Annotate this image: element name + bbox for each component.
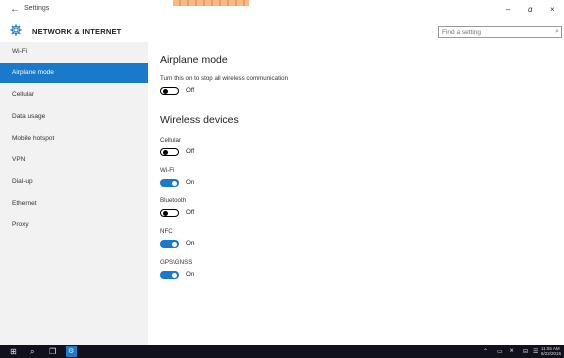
toggle-state-label: On [186,179,195,186]
title-bar: ← Settings – ɑ × [0,0,564,20]
task-view-icon[interactable]: ❐ [49,347,56,356]
wifi-setting: On [160,179,240,189]
toggle-knob [162,210,168,216]
toggle-knob [162,149,168,155]
message-icon[interactable]: ☰ [533,348,538,355]
toggle-knob [172,180,177,186]
nfc-label: NFC [160,228,173,235]
settings-taskbar-button[interactable]: ⚙ [66,346,77,357]
section-title: NETWORK & INTERNET [32,27,122,36]
search-icon[interactable]: ⌕ [555,28,559,36]
sidebar-item-label: Cellular [12,91,35,98]
cellular-setting: Off [160,148,240,158]
gps-label: GPS\GNSS [160,259,193,266]
sidebar-item-label: Proxy [12,221,29,228]
taskbar: ⊞ ⌕ ❐ ⚙ ⌃ ▭ ⩙ ⊟ ☰ 11:55 AM 6/22/2015 [0,345,564,358]
nfc-toggle[interactable] [160,240,179,248]
nfc-setting: On [160,240,240,250]
sidebar-item-wifi[interactable]: Wi-Fi [0,42,148,62]
toggle-state-label: Off [186,209,195,216]
sidebar-item-label: Mobile hotspot [12,135,55,142]
search-box[interactable]: ⌕ [438,26,562,38]
toggle-knob [172,272,177,278]
settings-icon: ⚙ [68,348,75,355]
close-button[interactable]: × [550,5,555,14]
wifi-toggle[interactable] [160,179,179,187]
bluetooth-setting: Off [160,209,240,219]
battery-icon[interactable]: ▭ [497,348,503,355]
sidebar-item-ethernet[interactable]: Ethernet [0,194,148,214]
system-clock[interactable]: 11:55 AM 6/22/2015 [541,346,561,356]
maximize-button[interactable]: ɑ [528,5,532,14]
wireless-devices-heading: Wireless devices [160,114,239,126]
cellular-toggle[interactable] [160,148,179,156]
start-icon[interactable]: ⊞ [10,347,17,356]
airplane-mode-description: Turn this on to stop all wireless commun… [160,75,289,82]
toggle-state-label: Off [186,148,195,155]
sidebar-item-data-usage[interactable]: Data usage [0,107,148,127]
wifi-label: Wi-Fi [160,167,175,174]
sidebar-item-dial-up[interactable]: Dial-up [0,172,148,192]
sidebar-item-label: Ethernet [12,200,37,207]
airplane-mode-setting: Off [160,87,240,97]
gps-toggle[interactable] [160,271,179,279]
sidebar-item-proxy[interactable]: Proxy [0,215,148,235]
toggle-knob [162,88,168,94]
cellular-label: Cellular [160,137,181,144]
sidebar-item-label: Data usage [12,113,46,120]
sidebar-item-cellular[interactable]: Cellular [0,85,148,105]
main-content: Airplane mode Turn this on to stop all w… [148,42,564,345]
sidebar-item-label: Dial-up [12,178,33,185]
back-arrow-icon[interactable]: ← [10,4,20,15]
toggle-state-label: On [186,240,195,247]
airplane-mode-toggle[interactable] [160,87,179,95]
sidebar: Wi-Fi Airplane mode Cellular Data usage … [0,42,148,345]
bluetooth-label: Bluetooth [160,197,187,204]
gps-setting: On [160,271,240,281]
search-icon[interactable]: ⌕ [30,347,34,357]
sidebar-item-airplane-mode[interactable]: Airplane mode [0,63,148,83]
sidebar-item-mobile-hotspot[interactable]: Mobile hotspot [0,129,148,149]
airplane-mode-heading: Airplane mode [160,54,228,66]
toggle-knob [172,241,177,247]
sidebar-item-label: VPN [12,156,26,163]
bluetooth-toggle[interactable] [160,209,179,217]
minimize-button[interactable]: – [506,5,510,14]
gear-icon [10,24,22,36]
toggle-state-label: On [186,271,195,278]
volume-icon[interactable]: ⊟ [523,348,528,355]
app-title: Settings [24,5,50,12]
sidebar-item-vpn[interactable]: VPN [0,150,148,170]
toggle-state-label: Off [186,87,195,94]
search-input[interactable] [442,28,542,37]
sidebar-item-label: Wi-Fi [12,48,28,55]
clock-date: 6/22/2015 [541,351,562,356]
tray-chevron-icon[interactable]: ⌃ [483,348,488,355]
sidebar-item-label: Airplane mode [12,69,54,76]
network-icon[interactable]: ⩙ [510,348,513,355]
